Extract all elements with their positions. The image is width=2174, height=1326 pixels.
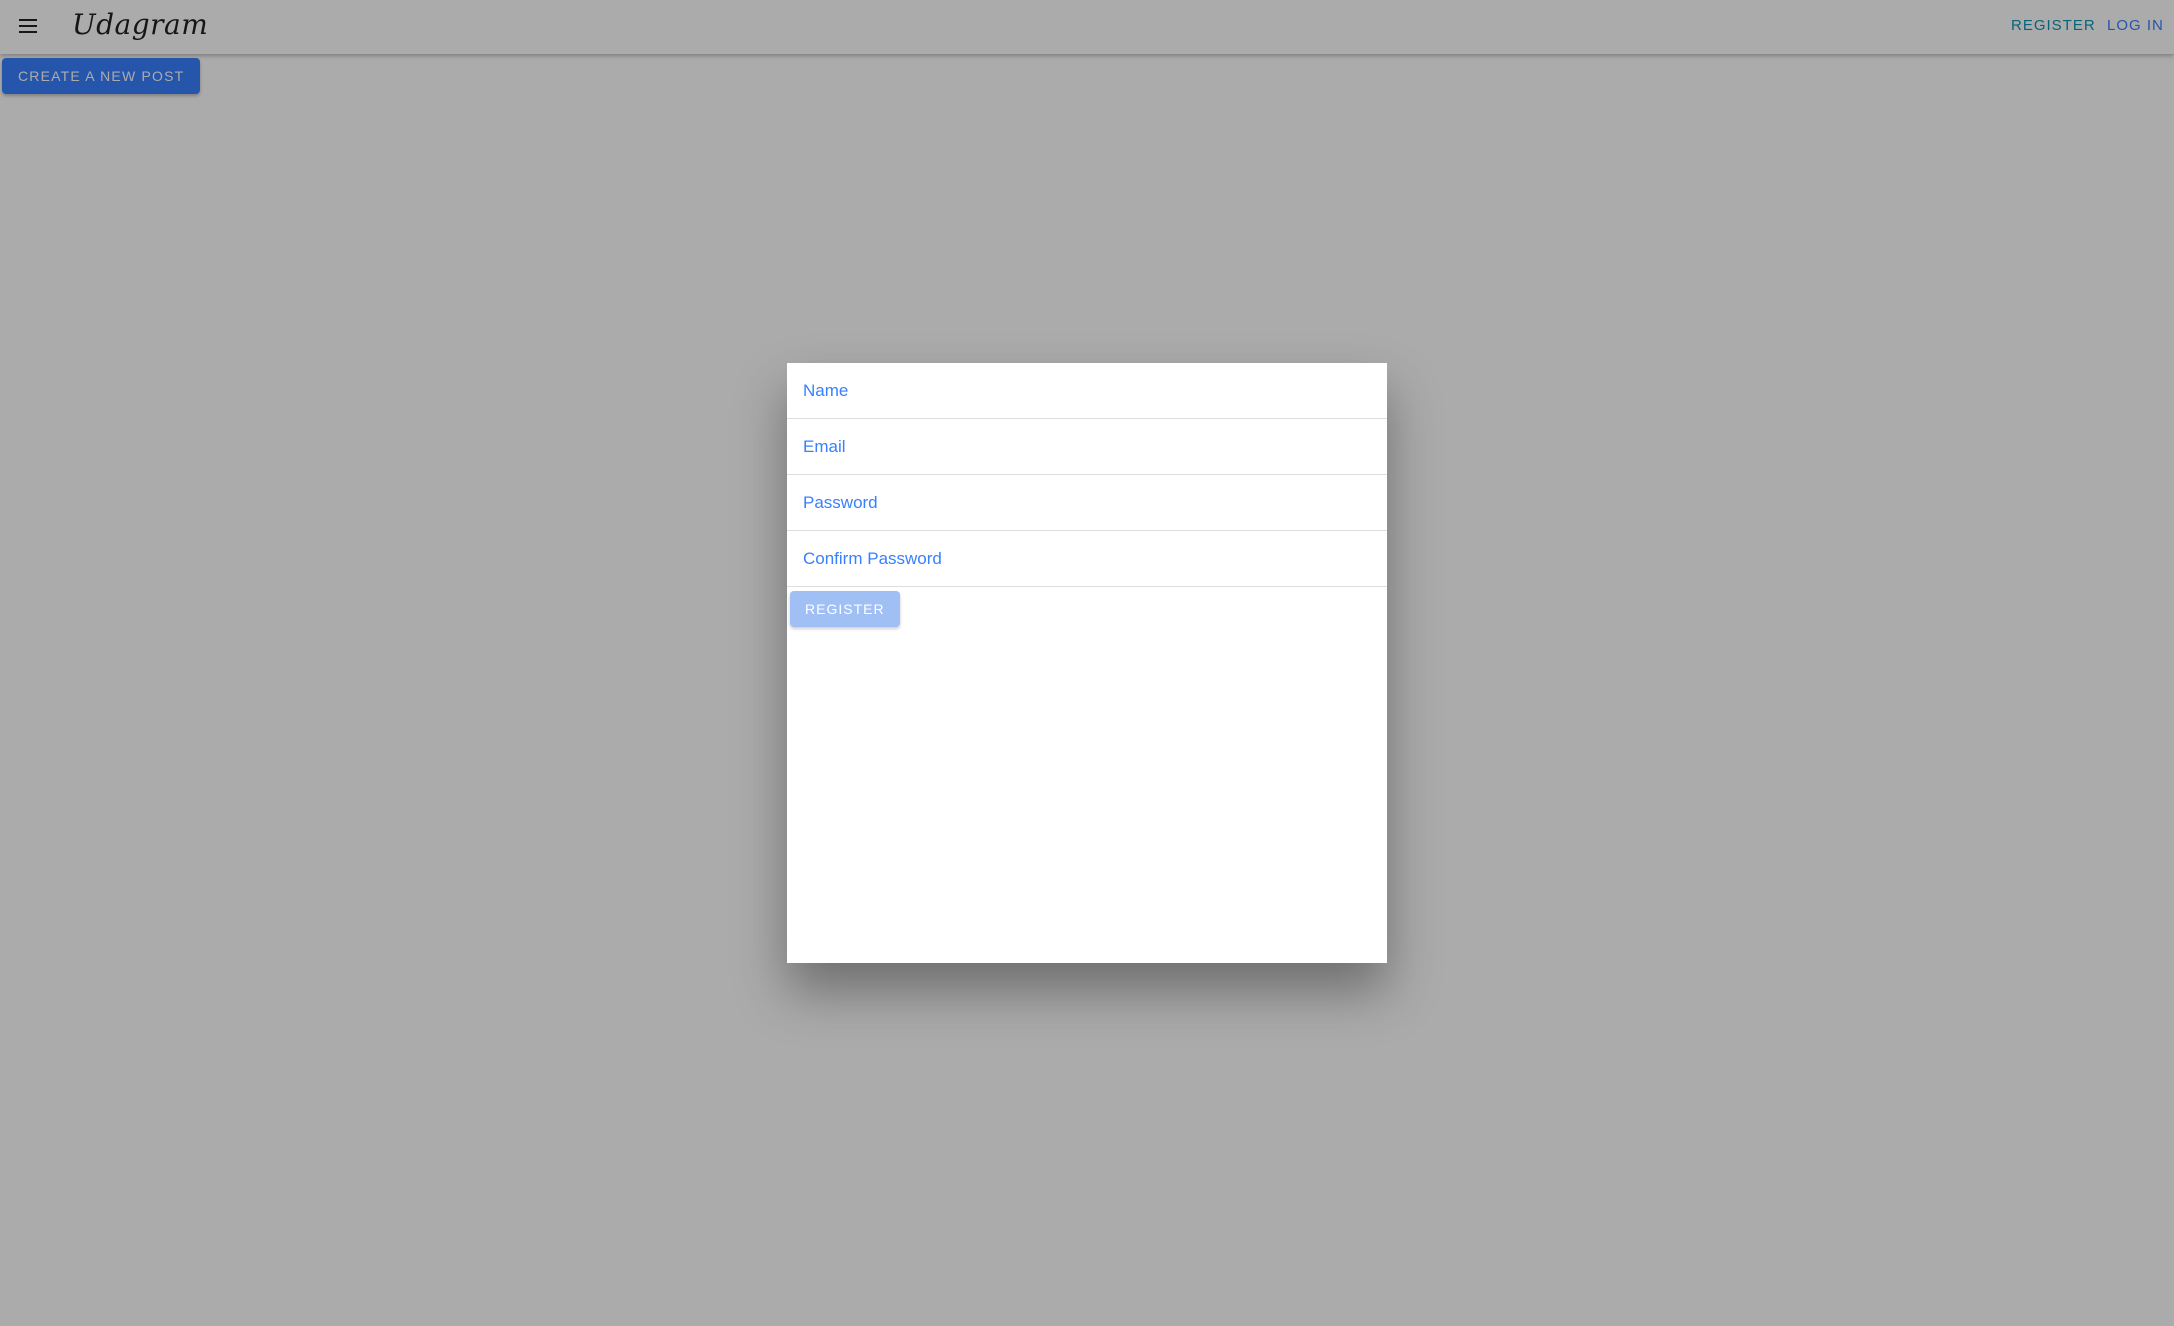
confirm-password-input[interactable] <box>803 539 1371 578</box>
password-field[interactable]: Password <box>787 475 1387 531</box>
password-input[interactable] <box>803 483 1371 522</box>
name-input[interactable] <box>803 371 1371 410</box>
name-field[interactable]: Name <box>787 363 1387 419</box>
email-field[interactable]: Email <box>787 419 1387 475</box>
email-input[interactable] <box>803 427 1371 466</box>
confirm-password-field[interactable]: Confirm Password <box>787 531 1387 587</box>
register-submit-button[interactable]: REGISTER <box>790 591 900 627</box>
register-modal: Name Email Password Confirm Password REG… <box>787 363 1387 963</box>
